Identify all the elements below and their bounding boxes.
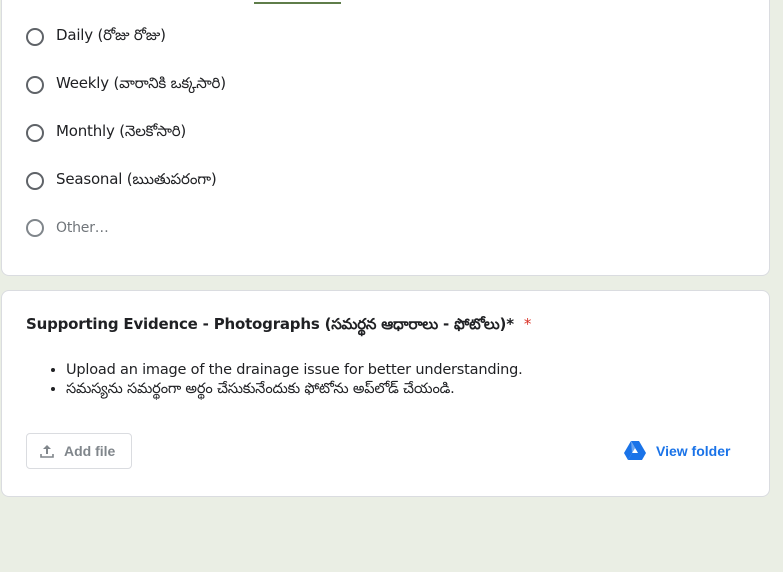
option-other[interactable]: Other… — [26, 216, 109, 240]
required-asterisk: * — [523, 315, 532, 333]
radio-daily[interactable] — [26, 28, 44, 46]
radio-seasonal[interactable] — [26, 172, 44, 190]
option-other-label: Other… — [56, 220, 109, 236]
radio-weekly[interactable] — [26, 76, 44, 94]
option-monthly-label: Monthly (నెలకోసారి) — [56, 122, 187, 140]
option-seasonal[interactable]: Seasonal (ఋతుపరంగా) — [26, 169, 217, 193]
option-daily-label: Daily (రోజు రోజు) — [56, 26, 166, 44]
option-weekly[interactable]: Weekly (వారానికి ఒక్కసారి) — [26, 73, 226, 97]
upload-icon — [40, 445, 54, 458]
option-monthly[interactable]: Monthly (నెలకోసారి) — [26, 121, 186, 145]
option-daily[interactable]: Daily (రోజు రోజు) — [26, 25, 166, 49]
view-folder-link[interactable]: View folder — [624, 441, 730, 461]
card-accent-bar — [254, 0, 341, 4]
instruction-item-english: Upload an image of the drainage issue fo… — [66, 361, 523, 380]
radio-monthly[interactable] — [26, 124, 44, 142]
instruction-item-telugu: సమస్యను సమర్థంగా అర్థం చేసుకునేందుకు ఫోట… — [66, 380, 523, 399]
google-drive-icon — [624, 441, 646, 460]
option-weekly-label: Weekly (వారానికి ఒక్కసారి) — [56, 74, 226, 92]
question-title-text: Supporting Evidence - Photographs (సమర్థ… — [26, 315, 514, 333]
add-file-label: Add file — [64, 443, 116, 459]
view-folder-label: View folder — [656, 443, 731, 459]
frequency-question-card: Daily (రోజు రోజు) Weekly (వారానికి ఒక్కస… — [1, 0, 770, 276]
photo-upload-question-card: Supporting Evidence - Photographs (సమర్థ… — [1, 290, 770, 497]
instruction-list: Upload an image of the drainage issue fo… — [42, 361, 523, 399]
question-title: Supporting Evidence - Photographs (సమర్థ… — [26, 315, 531, 337]
option-seasonal-label: Seasonal (ఋతుపరంగా) — [56, 170, 217, 188]
radio-other[interactable] — [26, 219, 44, 237]
add-file-button[interactable]: Add file — [26, 433, 132, 469]
